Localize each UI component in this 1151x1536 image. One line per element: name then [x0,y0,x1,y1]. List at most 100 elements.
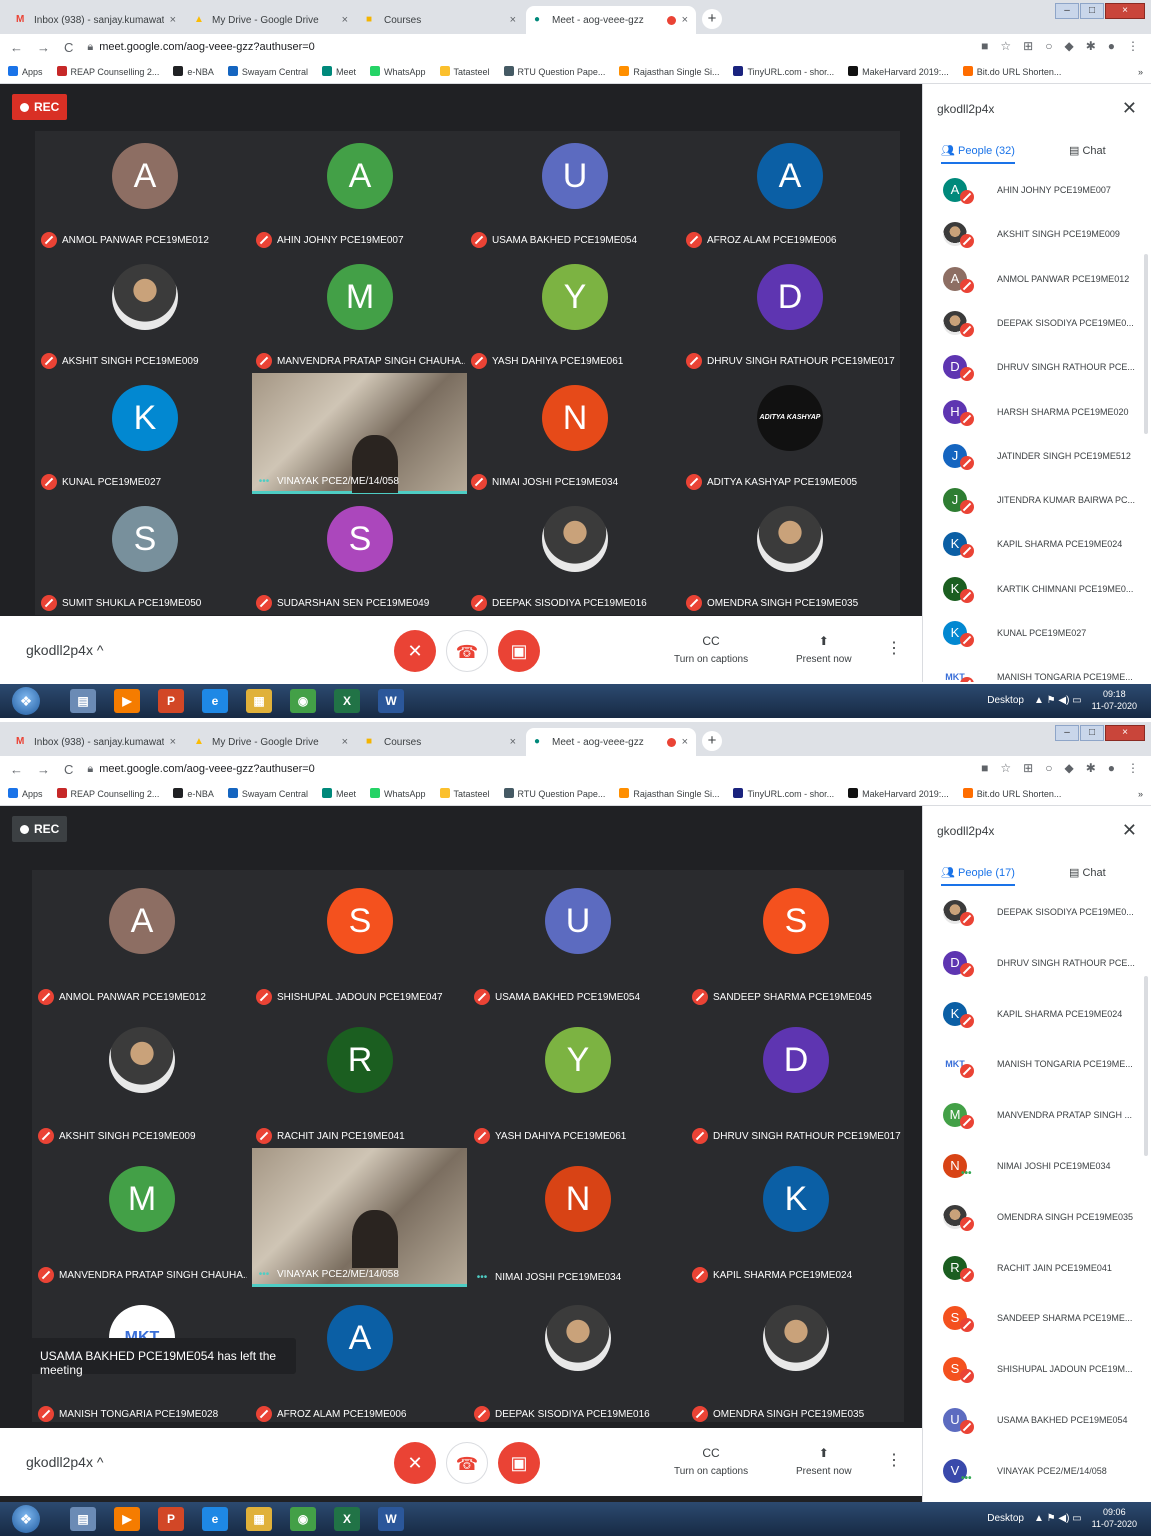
taskbar-app-button[interactable]: ▦ [246,1507,272,1531]
tab-close-icon[interactable]: × [510,736,516,748]
bookmark-item[interactable]: RTU Question Pape... [503,788,605,799]
captions-button[interactable]: CC Turn on captions [674,1446,748,1477]
star-icon[interactable]: ☆ [1000,39,1011,53]
bookmark-item[interactable]: REAP Counselling 2... [56,66,159,77]
profile-icon[interactable]: ● [1108,39,1115,53]
meeting-code[interactable]: gkodll2p4x ^ [26,1454,103,1470]
bookmark-item[interactable]: WhatsApp [369,66,426,77]
bookmark-item[interactable]: e-NBA [173,66,214,77]
captions-button[interactable]: CC Turn on captions [674,634,748,665]
present-button[interactable]: ⬆ Present now [796,634,852,665]
tab-close-icon[interactable]: × [342,14,348,26]
bookmark-item[interactable]: TinyURL.com - shor... [733,788,834,799]
start-button[interactable]: ❖ [12,1505,40,1533]
participant-list-item[interactable]: K KAPIL SHARMA PCE19ME024 [923,992,1151,1036]
tray-icons[interactable]: ▲ ⚑ ◀) ▭ [1034,695,1082,706]
participant-tile[interactable]: U USAMA BAKHED PCE19ME054 [470,870,685,1009]
bookmark-item[interactable]: WhatsApp [369,788,426,799]
bookmark-item[interactable]: TinyURL.com - shor... [733,66,834,77]
star-icon[interactable]: ☆ [1000,761,1011,775]
participant-tile[interactable]: A ANMOL PANWAR PCE19ME012 [34,870,249,1009]
bookmark-item[interactable]: REAP Counselling 2... [56,788,159,799]
participant-list-item[interactable]: D DHRUV SINGH RATHOUR PCE... [923,941,1151,985]
participant-tile[interactable]: ••• VINAYAK PCE2/ME/14/058 [252,1148,467,1287]
back-icon[interactable]: ← [10,40,23,55]
participant-list-item[interactable]: OMENDRA SINGH PCE19ME035 [923,1195,1151,1239]
participant-list-item[interactable]: H HARSH SHARMA PCE19ME020 [923,390,1151,434]
desktop-toolbar-label[interactable]: Desktop [987,1513,1024,1524]
participant-list-item[interactable]: A AHIN JOHNY PCE19ME007 [923,168,1151,212]
scrollbar[interactable] [1144,254,1148,434]
grid-icon[interactable]: ⊞ [1023,761,1033,775]
participant-tile[interactable]: S SUMIT SHUKLA PCE19ME050 [37,494,252,615]
taskbar-app-button[interactable]: W [378,1507,404,1531]
bookmark-item[interactable]: Swayam Central [227,66,308,77]
participant-tile[interactable]: U USAMA BAKHED PCE19ME054 [467,131,682,252]
puzzle-icon[interactable]: ✱ [1086,39,1096,53]
taskbar-app-button[interactable]: W [378,689,404,713]
participant-tile[interactable]: OMENDRA SINGH PCE19ME035 [688,1287,903,1426]
participant-list-item[interactable]: S SANDEEP SHARMA PCE19ME... [923,1296,1151,1340]
participant-list-item[interactable]: A ANMOL PANWAR PCE19ME012 [923,257,1151,301]
browser-tab[interactable]: ● Meet - aog-veee-gzz × [526,6,696,34]
present-button[interactable]: ⬆ Present now [796,1446,852,1477]
taskbar-app-button[interactable]: ▶ [114,689,140,713]
participant-tile[interactable]: A AHIN JOHNY PCE19ME007 [252,131,467,252]
bookmark-item[interactable]: Meet [321,66,356,77]
participant-tile[interactable]: Y YASH DAHIYA PCE19ME061 [467,252,682,373]
taskbar-app-button[interactable]: X [334,689,360,713]
reload-icon[interactable]: C [64,762,73,777]
start-button[interactable]: ❖ [12,687,40,715]
participant-list-item[interactable]: J JATINDER SINGH PCE19ME512 [923,434,1151,478]
puzzle-icon[interactable]: ✱ [1086,761,1096,775]
participant-tile[interactable]: S SUDARSHAN SEN PCE19ME049 [252,494,467,615]
menu-icon[interactable]: ⋮ [1127,39,1139,53]
participant-tile[interactable]: ••• VINAYAK PCE2/ME/14/058 [252,373,467,494]
taskbar-app-button[interactable]: P [158,689,184,713]
people-tab[interactable]: 👥︎ People (32) [941,144,1015,164]
participant-list-item[interactable]: D DHRUV SINGH RATHOUR PCE... [923,345,1151,389]
browser-tab[interactable]: ● Meet - aog-veee-gzz × [526,728,696,756]
grid-icon[interactable]: ⊞ [1023,39,1033,53]
participant-list-item[interactable]: R RACHIT JAIN PCE19ME041 [923,1246,1151,1290]
bookmark-item[interactable]: Rajasthan Single Si... [619,788,719,799]
participant-list-item[interactable]: N ••• NIMAI JOSHI PCE19ME034 [923,1144,1151,1188]
more-options-icon[interactable]: ⋮ [886,1450,902,1470]
participant-tile[interactable]: AKSHIT SINGH PCE19ME009 [37,252,252,373]
close-panel-icon[interactable]: ✕ [1122,98,1137,119]
taskbar-app-button[interactable]: e [202,1507,228,1531]
bookmark-item[interactable]: Tatasteel [439,788,490,799]
forward-icon[interactable]: → [37,40,50,55]
participant-tile[interactable]: Y YASH DAHIYA PCE19ME061 [470,1009,685,1148]
participant-list-item[interactable]: K KARTIK CHIMNANI PCE19ME0... [923,567,1151,611]
participant-tile[interactable]: R RACHIT JAIN PCE19ME041 [252,1009,467,1148]
mute-mic-button[interactable]: ✕ [394,1442,436,1484]
browser-tab[interactable]: M Inbox (938) - sanjay.kumawat@p × [8,6,184,34]
camera-icon[interactable]: ■ [981,39,988,53]
tab-close-icon[interactable]: × [682,736,688,748]
participant-tile[interactable]: S SHISHUPAL JADOUN PCE19ME047 [252,870,467,1009]
camera-off-button[interactable]: ▣ [498,1442,540,1484]
browser-tab[interactable]: ▲ My Drive - Google Drive × [186,728,356,756]
menu-icon[interactable]: ⋮ [1127,761,1139,775]
participant-list-item[interactable]: DEEPAK SISODIYA PCE19ME0... [923,301,1151,345]
participant-tile[interactable]: DEEPAK SISODIYA PCE19ME016 [467,494,682,615]
participant-tile[interactable]: N ••• NIMAI JOSHI PCE19ME034 [470,1148,685,1287]
url-field[interactable]: 🔒︎ meet.google.com/aog-veee-gzz?authuser=… [87,41,314,54]
participant-tile[interactable]: D DHRUV SINGH RATHOUR PCE19ME017 [682,252,897,373]
participant-list-item[interactable]: M MANVENDRA PRATAP SINGH ... [923,1093,1151,1137]
bookmark-item[interactable]: Apps [8,788,43,799]
clock[interactable]: 09:18 11-07-2020 [1092,688,1137,712]
camera-off-button[interactable]: ▣ [498,630,540,672]
participant-list-item[interactable]: DEEPAK SISODIYA PCE19ME0... [923,890,1151,934]
bookmark-item[interactable]: Rajasthan Single Si... [619,66,719,77]
extension-icon[interactable]: ◆ [1064,39,1073,53]
more-options-icon[interactable]: ⋮ [886,638,902,658]
tab-close-icon[interactable]: × [342,736,348,748]
new-tab-button[interactable]: + [702,731,722,751]
bookmark-item[interactable]: e-NBA [173,788,214,799]
bookmark-item[interactable]: RTU Question Pape... [503,66,605,77]
close-panel-icon[interactable]: ✕ [1122,820,1137,841]
close-window-button[interactable]: × [1105,3,1145,19]
meeting-code[interactable]: gkodll2p4x ^ [26,642,103,658]
